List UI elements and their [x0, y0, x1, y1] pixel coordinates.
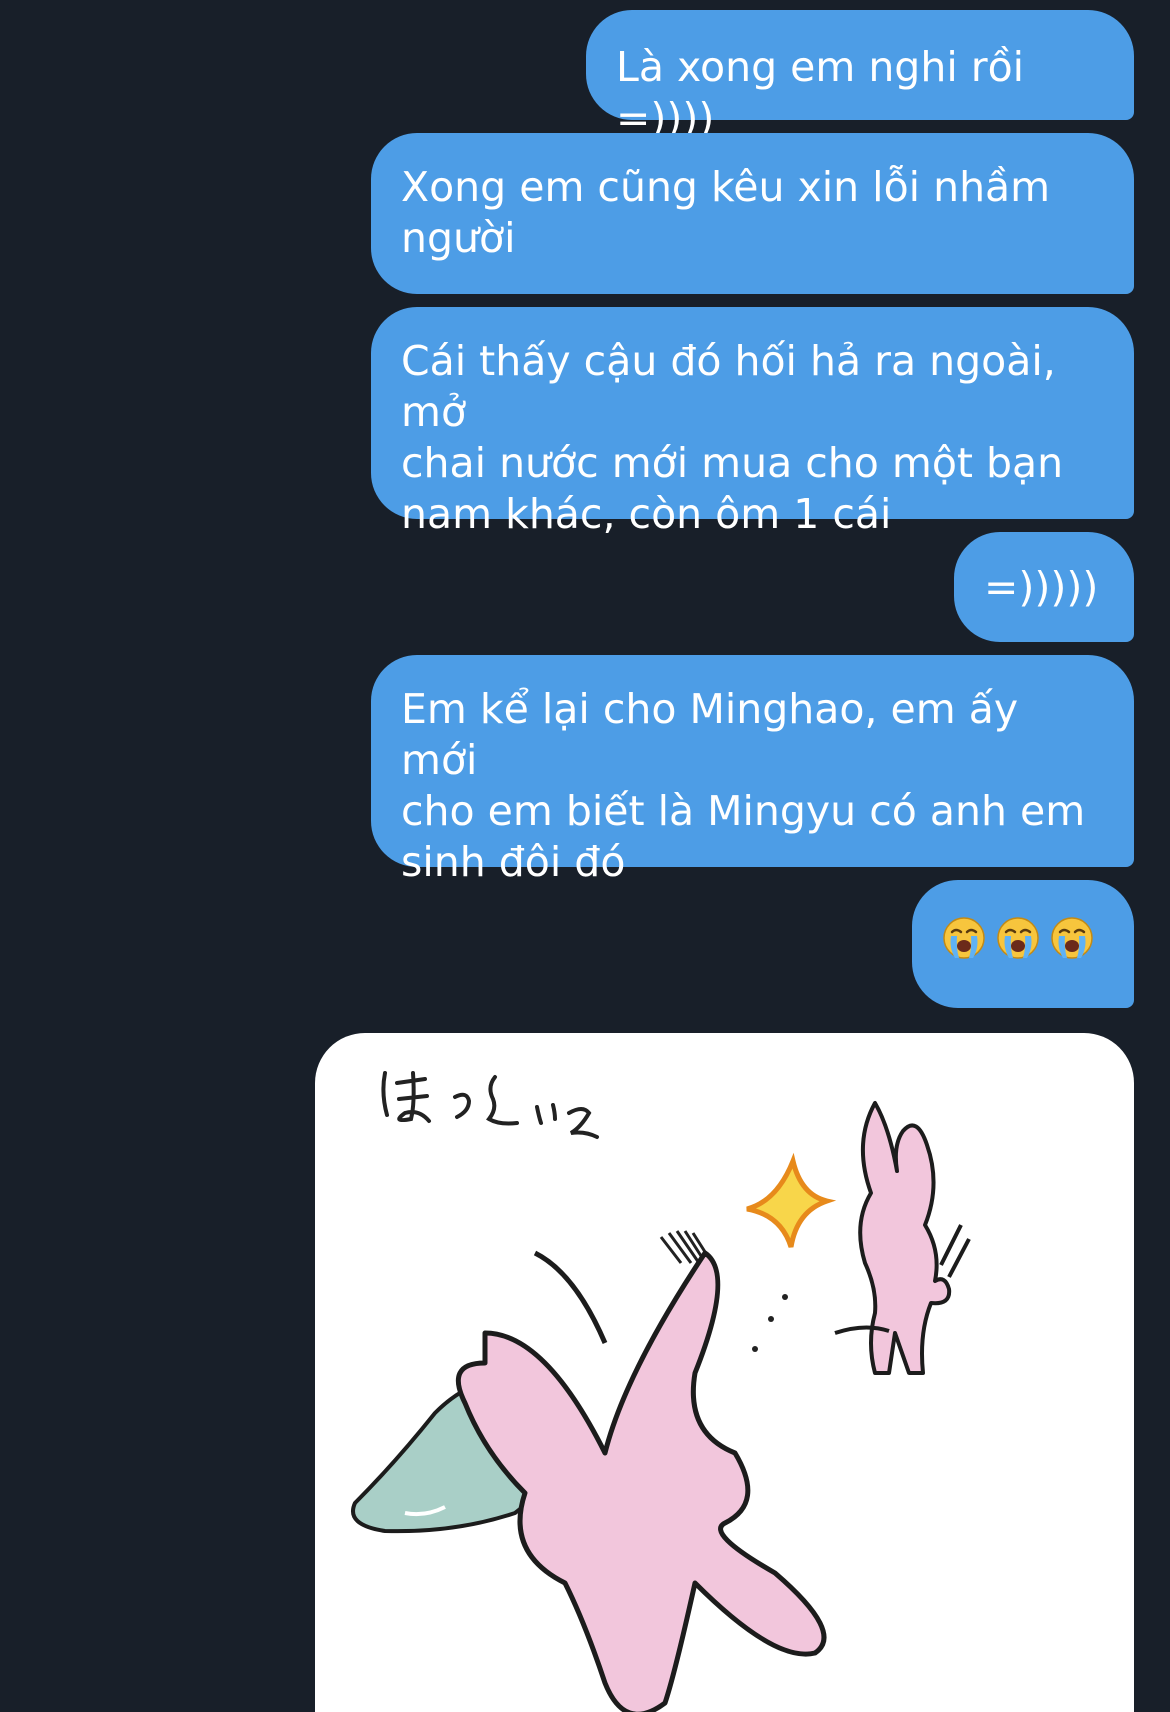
message-bubble[interactable]: Là xong em nghi rồi =))))	[586, 10, 1134, 142]
message-line: cho em biết là Mingyu có anh em	[401, 787, 1086, 835]
motion-dots	[752, 1294, 788, 1352]
lying-rabbit-illustration	[455, 1250, 827, 1712]
chat-thread: Là xong em nghi rồi =)))) Xong em cũng k…	[0, 0, 1170, 1712]
rabbit-sticker-image	[351, 1071, 971, 1712]
loudly-crying-face-icon	[943, 917, 985, 959]
message-line: người	[401, 214, 516, 262]
loudly-crying-face-icon	[1051, 917, 1093, 959]
message-line: =)))))	[984, 563, 1099, 611]
message-line: Xong em cũng kêu xin lỗi nhầm	[401, 163, 1051, 211]
sticker-message[interactable]	[315, 1033, 1134, 1712]
message-line: chai nước mới mua cho một bạn	[401, 439, 1064, 487]
emoji-message-bubble[interactable]	[912, 880, 1134, 1008]
message-bubble[interactable]: Em kể lại cho Minghao, em ấy mới cho em …	[371, 655, 1134, 886]
loudly-crying-face-icon	[997, 917, 1039, 959]
message-bubble[interactable]: Cái thấy cậu đó hối hả ra ngoài, mở chai…	[371, 307, 1134, 538]
emoji-row	[942, 910, 1134, 960]
message-line: Là xong em nghi rồi =))))	[616, 43, 1025, 142]
message-bubble[interactable]: =)))))	[954, 532, 1134, 642]
message-line: Em kể lại cho Minghao, em ấy mới	[401, 685, 1019, 784]
standing-rabbit-illustration	[834, 1101, 971, 1375]
sticker-caption-handwriting	[381, 1071, 599, 1139]
message-bubble[interactable]: Xong em cũng kêu xin lỗi nhầm người	[371, 133, 1134, 294]
sparkle-icon	[746, 1152, 837, 1248]
message-line: Cái thấy cậu đó hối hả ra ngoài, mở	[401, 337, 1056, 436]
